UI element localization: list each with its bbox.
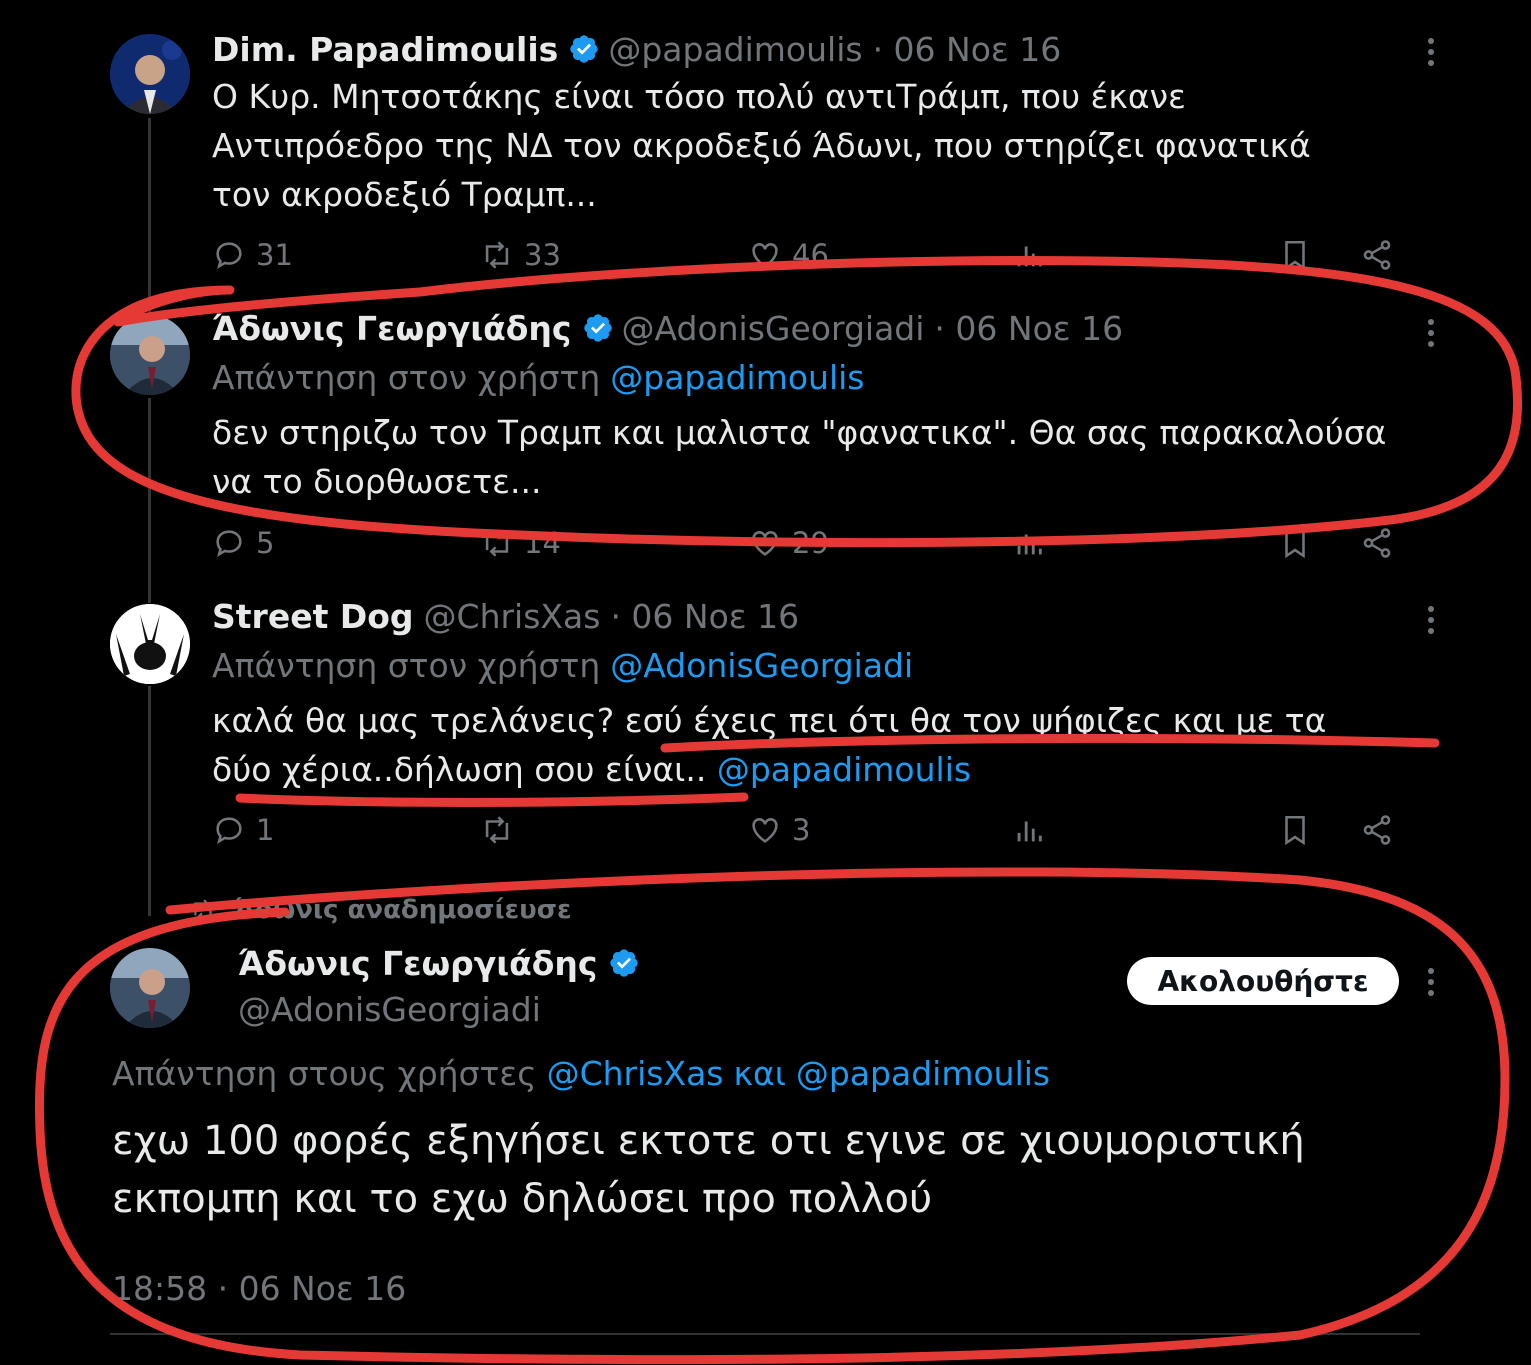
reply-prefix: Απάντηση στον χρήστη bbox=[212, 357, 601, 397]
author-handle[interactable]: @AdonisGeorgiadi bbox=[238, 986, 541, 1032]
more-options-icon[interactable] bbox=[1428, 968, 1436, 1001]
tweet-date[interactable]: · 06 Νοε 16 bbox=[873, 30, 1062, 69]
views-button[interactable] bbox=[1012, 238, 1056, 272]
thread-line bbox=[148, 398, 151, 603]
more-options-icon[interactable] bbox=[1428, 606, 1436, 639]
reply-mention-link[interactable]: @AdonisGeorgiadi bbox=[610, 646, 913, 685]
bookmark-icon bbox=[1285, 240, 1305, 271]
views-icon bbox=[1017, 534, 1042, 555]
retweet-icon bbox=[485, 816, 509, 844]
like-button[interactable]: 3 bbox=[748, 813, 810, 847]
heart-icon bbox=[752, 531, 778, 556]
follow-button[interactable]: Ακολουθήστε bbox=[1127, 957, 1399, 1005]
reply-button[interactable]: 5 bbox=[212, 526, 274, 560]
mention-link[interactable]: @papadimoulis bbox=[717, 750, 971, 789]
heart-icon bbox=[752, 818, 778, 843]
avatar[interactable] bbox=[110, 315, 190, 395]
like-button[interactable]: 46 bbox=[748, 238, 829, 272]
thread-line bbox=[148, 118, 151, 318]
retweet-icon bbox=[194, 899, 212, 921]
heart-icon bbox=[752, 243, 778, 268]
bookmark-button[interactable] bbox=[1278, 238, 1322, 272]
verified-badge-icon bbox=[608, 947, 640, 979]
like-button[interactable]: 29 bbox=[748, 526, 829, 560]
share-icon bbox=[1363, 240, 1391, 270]
tweet-actions: 31 33 46 bbox=[212, 238, 1402, 278]
views-icon bbox=[1017, 821, 1042, 842]
tweet-text: Ο Κυρ. Μητσοτάκης είναι τόσο πολύ αντιΤρ… bbox=[212, 77, 1311, 214]
views-button[interactable] bbox=[1012, 526, 1056, 560]
views-button[interactable] bbox=[1012, 813, 1056, 847]
tweet-date[interactable]: · 06 Νοε 16 bbox=[610, 597, 799, 636]
author-name[interactable]: Dim. Papadimoulis bbox=[212, 30, 558, 69]
tweet-text: δεν στηριζω τον Τραμπ και μαλιστα "φανατ… bbox=[212, 413, 1387, 501]
share-icon bbox=[1363, 528, 1391, 558]
tweet-text: εχω 100 φορές εξηγήσει εκτοτε οτι εγινε … bbox=[112, 1118, 1305, 1222]
more-options-icon[interactable] bbox=[1428, 38, 1436, 71]
author-handle[interactable]: @ChrisXas bbox=[424, 597, 601, 636]
tweet-actions: 1 3 bbox=[212, 813, 1402, 853]
verified-badge-icon bbox=[568, 33, 600, 65]
bookmark-button[interactable] bbox=[1278, 813, 1322, 847]
reply-button[interactable]: 31 bbox=[212, 238, 293, 272]
retweet-icon bbox=[485, 529, 509, 557]
reply-icon bbox=[216, 242, 242, 270]
reply-icon bbox=[216, 530, 242, 558]
tweet-text: καλά θα μας τρελάνεις? εσύ έχεις πει ότι… bbox=[212, 701, 1327, 789]
reply-icon bbox=[216, 817, 242, 845]
retweet-button[interactable]: 33 bbox=[480, 238, 561, 272]
reply-and: και bbox=[733, 1053, 786, 1093]
reply-prefix: Απάντηση στον χρήστη bbox=[212, 645, 601, 685]
reply-button[interactable]: 1 bbox=[212, 813, 274, 847]
share-icon bbox=[1363, 815, 1391, 845]
retweet-button[interactable]: 14 bbox=[480, 526, 561, 560]
tweet-date[interactable]: · 06 Νοε 16 bbox=[934, 309, 1123, 348]
avatar[interactable] bbox=[110, 34, 190, 114]
author-name[interactable]: Άδωνις Γεωργιάδης bbox=[212, 309, 572, 348]
avatar[interactable] bbox=[110, 948, 190, 1028]
bookmark-icon bbox=[1285, 815, 1305, 846]
author-handle[interactable]: @AdonisGeorgiadi bbox=[622, 309, 925, 348]
avatar[interactable] bbox=[110, 604, 190, 684]
tweet-timestamp[interactable]: 18:58 · 06 Νοε 16 bbox=[112, 1266, 406, 1310]
more-options-icon[interactable] bbox=[1428, 319, 1436, 352]
retweet-button[interactable] bbox=[480, 813, 524, 847]
reply-mention-link[interactable]: @papadimoulis bbox=[610, 358, 864, 397]
share-button[interactable] bbox=[1360, 526, 1404, 560]
author-name[interactable]: Άδωνις Γεωργιάδης bbox=[238, 944, 598, 983]
divider bbox=[110, 1333, 1420, 1335]
retweet-icon bbox=[485, 241, 509, 269]
share-button[interactable] bbox=[1360, 238, 1404, 272]
verified-badge-icon bbox=[582, 312, 614, 344]
bookmark-icon bbox=[1285, 528, 1305, 559]
bookmark-button[interactable] bbox=[1278, 526, 1322, 560]
reply-mention-link[interactable]: @ChrisXas bbox=[547, 1054, 724, 1093]
tweet-actions: 5 14 29 bbox=[212, 526, 1402, 566]
views-icon bbox=[1017, 246, 1042, 267]
author-name[interactable]: Street Dog bbox=[212, 597, 414, 636]
annotation-underline bbox=[235, 792, 749, 807]
share-button[interactable] bbox=[1360, 813, 1404, 847]
author-handle[interactable]: @papadimoulis bbox=[608, 30, 862, 69]
repost-label: Άδωνις αναδημοσίευσε bbox=[190, 893, 571, 927]
reply-mention-link[interactable]: @papadimoulis bbox=[796, 1054, 1050, 1093]
thread-line bbox=[148, 686, 151, 916]
reply-prefix: Απάντηση στους χρήστες bbox=[112, 1053, 537, 1093]
